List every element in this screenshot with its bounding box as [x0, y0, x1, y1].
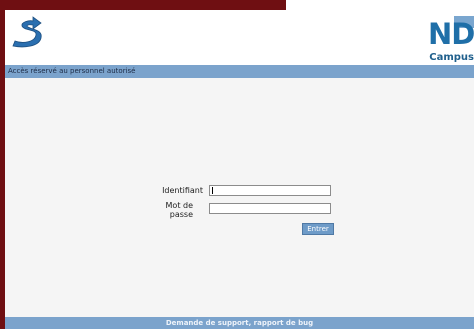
login-panel: ND Campus Accès réservé au personnel aut… [5, 10, 474, 329]
access-banner-text: Accès réservé au personnel autorisé [8, 67, 136, 75]
top-right-white [286, 0, 474, 10]
brand-logo: ND Campus [426, 16, 474, 68]
s-arrow-logo-icon [12, 16, 42, 48]
header: ND Campus [5, 10, 474, 65]
password-input[interactable] [209, 203, 331, 214]
support-link[interactable]: Demande de support, rapport de bug [5, 317, 474, 329]
password-label: Mot de passe [165, 201, 193, 219]
submit-button[interactable]: Entrer [302, 223, 334, 235]
text-cursor [212, 187, 213, 194]
brand-title: ND [428, 17, 474, 51]
brand-subtitle: Campus [429, 52, 474, 63]
identifiant-label: Identifiant [162, 186, 203, 195]
identifiant-input[interactable] [209, 185, 331, 196]
footer-bar: Demande de support, rapport de bug [5, 317, 474, 329]
access-banner: Accès réservé au personnel autorisé [5, 65, 474, 78]
login-form: Identifiant Mot de passe Entrer [145, 183, 345, 243]
